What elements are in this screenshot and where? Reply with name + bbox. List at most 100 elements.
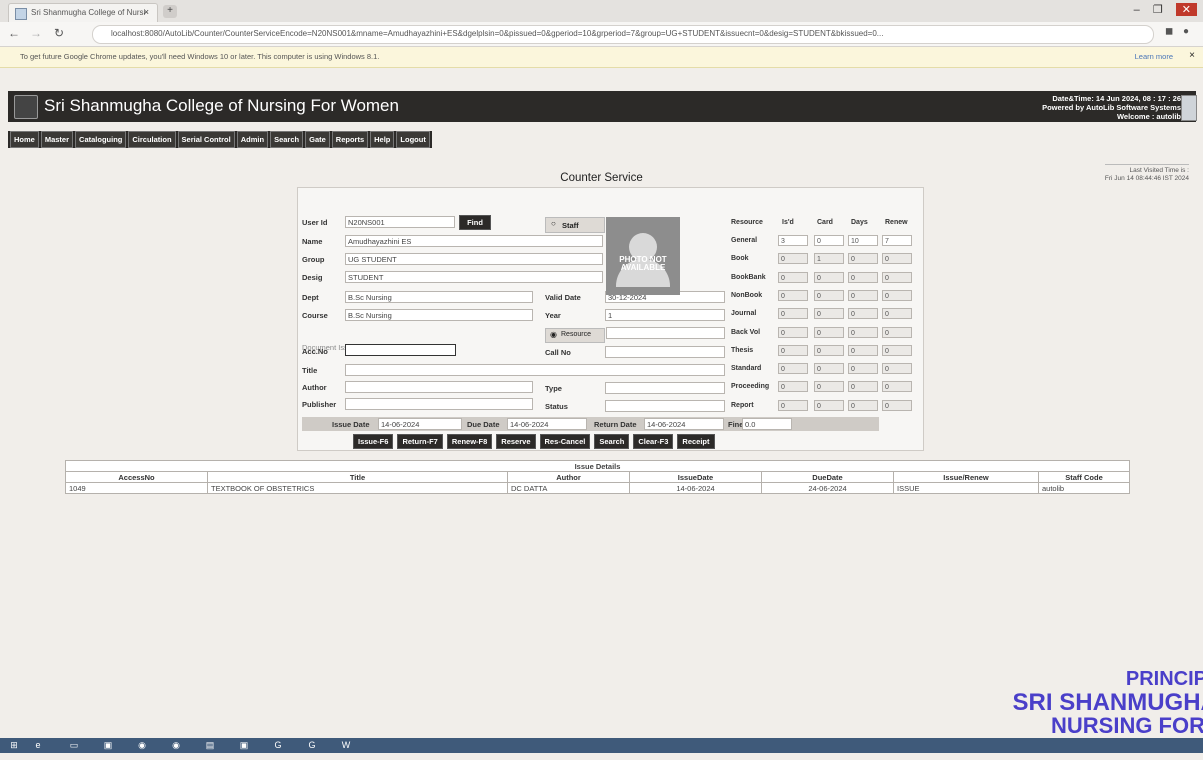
reserve-button[interactable]: Reserve: [496, 434, 536, 449]
title-field[interactable]: [345, 364, 725, 376]
grid-cell: 0: [814, 326, 844, 338]
group-field[interactable]: UG STUDENT: [345, 253, 603, 265]
taskbar-app-icon[interactable]: ▤: [202, 739, 218, 752]
search-button[interactable]: Search: [594, 434, 630, 449]
forward-arrow-icon[interactable]: →: [30, 26, 42, 40]
menu-serial-control[interactable]: Serial Control: [177, 131, 235, 148]
grid-cell: 0: [848, 326, 878, 338]
menu-search[interactable]: Search: [270, 131, 304, 148]
word-icon[interactable]: W: [338, 739, 354, 752]
return-date-field[interactable]: 14-06-2024: [644, 418, 724, 430]
issue-button[interactable]: Issue-F6: [353, 434, 394, 449]
grid-cell[interactable]: 7: [882, 235, 912, 246]
browser-tab[interactable]: Sri Shanmugha College of Nursi ×: [8, 3, 158, 23]
name-field[interactable]: Amudhayazhini ES: [345, 235, 603, 247]
start-icon[interactable]: ⊞: [6, 739, 22, 752]
res-cancel-button[interactable]: Res-Cancel: [539, 434, 591, 449]
userid-input[interactable]: N20NS001: [345, 216, 455, 228]
grid-cell[interactable]: 0: [814, 235, 844, 246]
grid-cell[interactable]: 3: [778, 235, 808, 246]
taskbar-app-icon[interactable]: ◉: [168, 739, 184, 752]
grid-cell: 0: [778, 253, 808, 265]
grid-cell: 0: [882, 326, 912, 338]
menu-gate[interactable]: Gate: [305, 131, 330, 148]
return-button[interactable]: Return-F7: [397, 434, 443, 449]
due-date-field[interactable]: 14-06-2024: [507, 418, 587, 430]
grid-header-issued: Is'd: [782, 219, 794, 226]
year-field[interactable]: 1: [605, 309, 725, 321]
grid-row-label: Report: [731, 401, 754, 409]
type-field[interactable]: [605, 382, 725, 394]
page-title: Counter Service: [560, 172, 643, 184]
cell-duedate: 24-06-2024: [761, 482, 894, 494]
staff-option[interactable]: ○ Staff: [545, 217, 605, 233]
callno-field[interactable]: [605, 346, 725, 358]
grid-cell: 0: [814, 344, 844, 356]
profile-icon[interactable]: ●: [1183, 26, 1189, 37]
tab-close-icon[interactable]: ×: [144, 7, 149, 17]
stamp-line-3: NURSING FOR: [1051, 713, 1203, 738]
grid-cell[interactable]: 10: [848, 235, 878, 246]
back-arrow-icon[interactable]: ←: [8, 26, 20, 40]
extensions-icon[interactable]: ◼: [1165, 26, 1173, 37]
chrome-icon[interactable]: G: [270, 739, 286, 752]
grid-header-days: Days: [851, 219, 868, 226]
publisher-label: Publisher: [302, 400, 337, 409]
new-tab-button[interactable]: +: [163, 5, 177, 18]
table-row[interactable]: 1049 TEXTBOOK OF OBSTETRICS DC DATTA 14-…: [65, 482, 1130, 494]
issue-date-field[interactable]: 14-06-2024: [378, 418, 462, 430]
publisher-field[interactable]: [345, 398, 533, 410]
stamp-line-2: SRI SHANMUGHA C: [1012, 689, 1203, 716]
grid-cell: 0: [778, 363, 808, 375]
file-explorer-icon[interactable]: ▭: [66, 739, 82, 752]
find-button[interactable]: Find: [459, 215, 491, 230]
author-field[interactable]: [345, 381, 533, 393]
minimize-icon[interactable]: –: [1134, 4, 1140, 16]
taskbar-app-icon[interactable]: ◉: [134, 739, 150, 752]
menu-help[interactable]: Help: [370, 131, 395, 148]
clear-button[interactable]: Clear-F3: [633, 434, 674, 449]
restore-icon[interactable]: ❐: [1153, 3, 1163, 16]
taskbar-app-icon[interactable]: ▣: [100, 739, 116, 752]
ie-icon[interactable]: e: [30, 739, 46, 752]
url-text: localhost:8080/AutoLib/Counter/CounterSe…: [111, 29, 884, 38]
status-field[interactable]: [605, 400, 725, 412]
menu-logout[interactable]: Logout: [396, 131, 430, 148]
taskbar-app-icon[interactable]: ▣: [236, 739, 252, 752]
menu-circulation[interactable]: Circulation: [128, 131, 176, 148]
grid-header-renew: Renew: [885, 219, 908, 226]
grid-cell: 1: [814, 253, 844, 265]
accno-label: Acc.No: [302, 347, 328, 356]
receipt-button[interactable]: Receipt: [677, 434, 715, 449]
desig-field[interactable]: STUDENT: [345, 271, 603, 283]
page-favicon-icon: [15, 8, 27, 20]
infobar-close-icon[interactable]: ×: [1189, 50, 1195, 61]
cell-staff-code: autolib: [1038, 482, 1130, 494]
grid-cell: 0: [848, 399, 878, 411]
col-header-issuedate: IssueDate: [629, 471, 762, 483]
reload-icon[interactable]: ↻: [54, 26, 64, 40]
grid-cell: 0: [848, 381, 878, 393]
grid-row-label: General: [731, 237, 758, 244]
window-controls: – ❐ ✕: [1124, 3, 1197, 16]
userid-label: User Id: [302, 218, 328, 227]
update-infobar: To get future Google Chrome updates, you…: [0, 47, 1203, 68]
menu-cataloguing[interactable]: Cataloguing: [75, 131, 127, 148]
learn-more-link[interactable]: Learn more: [1135, 52, 1173, 61]
accno-input[interactable]: [345, 344, 456, 356]
action-buttons: Issue-F6 Return-F7 Renew-F8 Reserve Res-…: [353, 434, 715, 449]
dept-field[interactable]: B.Sc Nursing: [345, 291, 533, 303]
menu-home[interactable]: Home: [10, 131, 39, 148]
course-field[interactable]: B.Sc Nursing: [345, 309, 533, 321]
valid-date-label: Valid Date: [545, 293, 581, 302]
chrome-icon[interactable]: G: [304, 739, 320, 752]
resource-option[interactable]: ◉ Resource: [545, 328, 605, 343]
resource-select[interactable]: [606, 327, 725, 339]
menu-reports[interactable]: Reports: [331, 131, 369, 148]
address-bar[interactable]: localhost:8080/AutoLib/Counter/CounterSe…: [92, 25, 1154, 44]
window-close-icon[interactable]: ✕: [1175, 3, 1197, 16]
renew-button[interactable]: Renew-F8: [446, 434, 493, 449]
fine-field[interactable]: 0.0: [742, 418, 792, 430]
menu-master[interactable]: Master: [40, 131, 74, 148]
menu-admin[interactable]: Admin: [236, 131, 269, 148]
